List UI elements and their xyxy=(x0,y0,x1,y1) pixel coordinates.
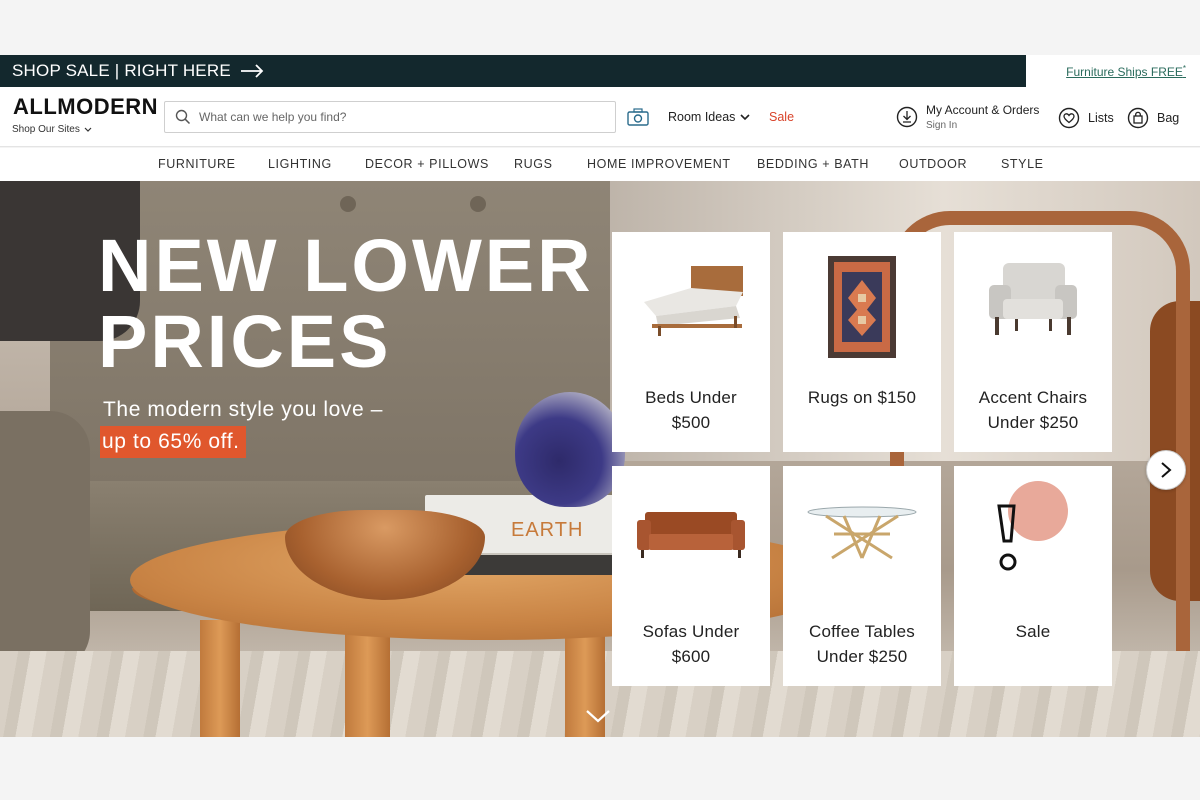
tile-label: Sale xyxy=(954,619,1112,644)
account-icon xyxy=(896,106,918,128)
lists-button[interactable]: Lists xyxy=(1058,107,1114,129)
tile-label: Rugs on $150 xyxy=(783,385,941,410)
tile-label-line2: $500 xyxy=(671,413,711,432)
heart-icon xyxy=(1058,107,1080,129)
hero-title-line1: NEW LOWER xyxy=(98,224,594,307)
tile-label: Coffee Tables Under $250 xyxy=(783,619,941,669)
sale-exclamation-icon xyxy=(954,466,1112,601)
search-input[interactable] xyxy=(199,110,599,124)
blue-vase xyxy=(515,392,625,507)
sign-in-label: Sign In xyxy=(926,120,958,131)
search-bar[interactable] xyxy=(164,101,616,133)
nav-item-decor-pillows[interactable]: DECOR + PILLOWS xyxy=(365,157,489,171)
tile-label-line1: Sale xyxy=(1015,622,1051,641)
shop-sale-banner[interactable]: SHOP SALE | RIGHT HERE xyxy=(0,55,1026,87)
sale-link[interactable]: Sale xyxy=(769,110,794,124)
chevron-down-icon xyxy=(84,127,92,132)
tile-beds[interactable]: Beds Under $500 xyxy=(612,232,770,452)
hero-subtitle: The modern style you love – up to 65% of… xyxy=(100,394,384,458)
tile-label-line1: Sofas Under xyxy=(642,622,740,641)
bag-label: Bag xyxy=(1157,111,1180,125)
nav-item-bedding-bath[interactable]: BEDDING + BATH xyxy=(757,157,869,171)
scroll-down-chevron-icon[interactable] xyxy=(585,708,611,729)
tile-label-line2: Under $250 xyxy=(816,647,908,666)
nav-item-rugs[interactable]: RUGS xyxy=(514,157,553,171)
ships-free-mark: * xyxy=(1182,63,1186,73)
nav-item-home-improvement[interactable]: HOME IMPROVEMENT xyxy=(587,157,731,171)
account-title: My Account & Orders xyxy=(926,103,1040,117)
hero-title-line2: PRICES xyxy=(98,300,392,383)
ships-free-text: Furniture Ships FREE xyxy=(1066,64,1183,79)
tile-sofas[interactable]: Sofas Under $600 xyxy=(612,466,770,686)
tile-rugs[interactable]: Rugs on $150 xyxy=(783,232,941,452)
visual-search-camera-icon[interactable] xyxy=(627,108,649,131)
bed-image xyxy=(612,232,770,367)
tile-label-line2: Under $250 xyxy=(987,413,1079,432)
tile-label-line1: Rugs on $150 xyxy=(807,388,917,407)
promo-bar: SHOP SALE | RIGHT HERE Furniture Ships F… xyxy=(0,55,1200,87)
room-ideas-dropdown[interactable]: Room Ideas xyxy=(668,110,750,124)
nav-item-style[interactable]: STYLE xyxy=(1001,157,1044,171)
table-leg xyxy=(200,620,240,737)
tile-label-line1: Beds Under xyxy=(645,388,737,407)
room-ideas-label: Room Ideas xyxy=(668,110,736,124)
tile-accent-chairs[interactable]: Accent Chairs Under $250 xyxy=(954,232,1112,452)
my-account-button[interactable]: My Account & Orders Sign In xyxy=(896,103,1039,131)
lists-label: Lists xyxy=(1088,111,1114,125)
hero-title: NEW LOWER PRICES xyxy=(98,228,594,380)
chevron-right-icon xyxy=(1161,462,1172,478)
coffee-table-image xyxy=(783,466,941,601)
tile-label-line1: Accent Chairs xyxy=(978,388,1088,407)
nav-item-furniture[interactable]: FURNITURE xyxy=(158,157,236,171)
bag-button[interactable]: Bag xyxy=(1127,107,1179,129)
chevron-down-icon xyxy=(740,113,750,120)
category-nav: FURNITURE LIGHTING DECOR + PILLOWS RUGS … xyxy=(0,148,1200,181)
page: SHOP SALE | RIGHT HERE Furniture Ships F… xyxy=(0,0,1200,800)
table-leg xyxy=(345,620,390,737)
shop-our-sites-label: Shop Our Sites xyxy=(12,124,80,135)
furniture-ships-free-link[interactable]: Furniture Ships FREE* xyxy=(1066,64,1186,79)
tile-label: Sofas Under $600 xyxy=(612,619,770,669)
tile-sale[interactable]: Sale xyxy=(954,466,1112,686)
hero-subtitle-highlight: up to 65% off. xyxy=(100,426,246,458)
tile-label: Accent Chairs Under $250 xyxy=(954,385,1112,435)
tile-label-line2: $600 xyxy=(671,647,711,666)
book-label: EARTH xyxy=(511,519,584,541)
allmodern-logo[interactable]: ALLMODERN xyxy=(13,94,158,120)
nav-item-lighting[interactable]: LIGHTING xyxy=(268,157,332,171)
hero-subtitle-line1: The modern style you love – xyxy=(103,398,384,421)
ships-free-area: Furniture Ships FREE* xyxy=(1066,55,1186,87)
carousel-next-button[interactable] xyxy=(1146,450,1186,490)
sofa-image xyxy=(612,466,770,601)
search-icon xyxy=(175,109,191,125)
tile-coffee-tables[interactable]: Coffee Tables Under $250 xyxy=(783,466,941,686)
bag-icon xyxy=(1127,107,1149,129)
nav-item-outdoor[interactable]: OUTDOOR xyxy=(899,157,967,171)
accent-chair-image xyxy=(954,232,1112,367)
tile-label: Beds Under $500 xyxy=(612,385,770,435)
site-header: ALLMODERN Shop Our Sites Room Ideas Sale… xyxy=(0,87,1200,147)
rug-image xyxy=(783,232,941,367)
arrow-right-icon xyxy=(240,64,265,78)
tile-label-line1: Coffee Tables xyxy=(809,622,915,641)
shop-sale-text: SHOP SALE | RIGHT HERE xyxy=(12,61,231,80)
shop-our-sites-dropdown[interactable]: Shop Our Sites xyxy=(12,124,92,135)
